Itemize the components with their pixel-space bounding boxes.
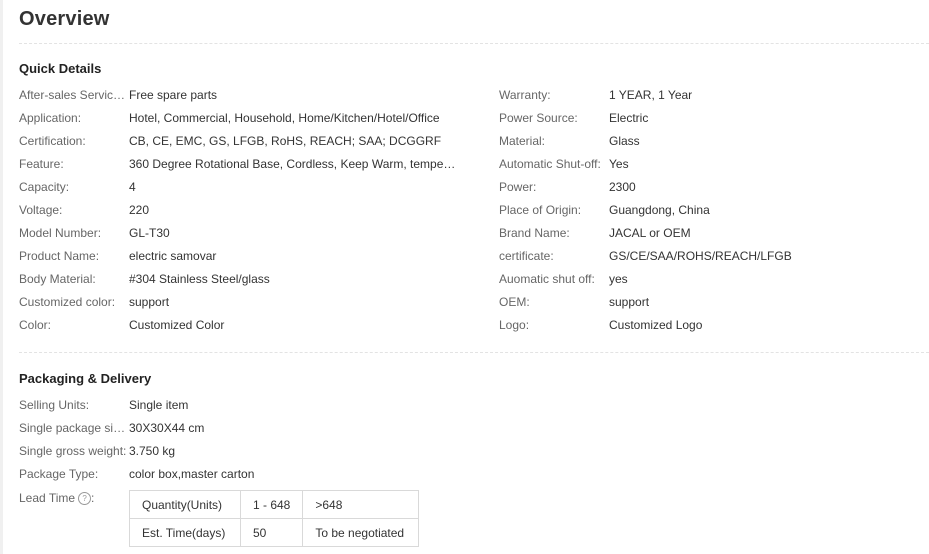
divider xyxy=(19,43,929,44)
detail-label: Customized color: xyxy=(19,295,116,309)
detail-label: Package Type: xyxy=(19,467,99,481)
detail-label: Application: xyxy=(19,111,82,125)
detail-value: Yes xyxy=(609,157,629,171)
lead-time-row: Lead Time?: xyxy=(19,490,129,506)
table-cell: To be negotiated xyxy=(302,518,420,547)
detail-label: Product Name: xyxy=(19,249,100,263)
detail-row: Customized color: support xyxy=(19,294,449,310)
detail-value: 2300 xyxy=(609,180,636,194)
table-cell: Est. Time(days) xyxy=(129,518,241,547)
detail-value: Hotel, Commercial, Household, Home/Kitch… xyxy=(129,111,440,125)
detail-label: Model Number: xyxy=(19,226,102,240)
detail-row: Power: 2300 xyxy=(499,179,929,195)
detail-value: GL-T30 xyxy=(129,226,170,240)
lead-time-table: Quantity(Units) 1 - 648 >648 Est. Time(d… xyxy=(129,490,420,547)
detail-row: Automatic Shut-off: Yes xyxy=(499,156,929,172)
detail-label: Single gross weight: xyxy=(19,444,127,458)
detail-value: Electric xyxy=(609,111,649,125)
detail-row: Logo: Customized Logo xyxy=(499,317,929,333)
lead-time-text: Lead Time xyxy=(19,491,76,505)
detail-label: Certification: xyxy=(19,134,86,148)
detail-value: Single item xyxy=(129,398,189,412)
detail-label: Logo: xyxy=(499,318,530,332)
detail-row: Brand Name: JACAL or OEM xyxy=(499,225,929,241)
table-cell: 50 xyxy=(239,518,304,547)
detail-row: Model Number: GL-T30 xyxy=(19,225,449,241)
detail-row: Auomatic shut off: yes xyxy=(499,271,929,287)
quick-details-heading: Quick Details xyxy=(19,61,102,76)
page-left-border xyxy=(0,0,3,554)
lead-time-colon: : xyxy=(91,491,95,505)
detail-label: Body Material: xyxy=(19,272,96,286)
table-cell: 1 - 648 xyxy=(239,490,304,519)
question-circle-icon[interactable]: ? xyxy=(78,492,92,506)
detail-value: electric samovar xyxy=(129,249,217,263)
divider xyxy=(19,352,929,353)
detail-row: Body Material: #304 Stainless Steel/glass xyxy=(19,271,449,287)
detail-value: yes xyxy=(609,272,628,286)
detail-row: OEM: support xyxy=(499,294,929,310)
table-row: Est. Time(days) 50 To be negotiated xyxy=(129,518,420,547)
detail-row: Voltage: 220 xyxy=(19,202,449,218)
detail-label: OEM: xyxy=(499,295,530,309)
detail-label: After-sales Service Provided: xyxy=(19,88,129,102)
packaging-delivery-heading: Packaging & Delivery xyxy=(19,371,152,386)
detail-row: Warranty: 1 YEAR, 1 Year xyxy=(499,87,929,103)
detail-value: support xyxy=(129,295,170,309)
detail-label: Voltage: xyxy=(19,203,63,217)
detail-row: Application: Hotel, Commercial, Household… xyxy=(19,110,449,126)
detail-row: Product Name: electric samovar xyxy=(19,248,449,264)
detail-row: After-sales Service Provided:Free spare … xyxy=(19,87,449,103)
detail-value: Customized Color xyxy=(129,318,225,332)
table-cell: >648 xyxy=(302,490,420,519)
detail-row: Single gross weight: 3.750 kg xyxy=(19,443,449,459)
detail-label: Power: xyxy=(499,180,537,194)
detail-label: Material: xyxy=(499,134,546,148)
lead-time-label: Lead Time?: xyxy=(19,490,94,506)
detail-row: Single package size: 30X30X44 cm xyxy=(19,420,449,436)
detail-value: #304 Stainless Steel/glass xyxy=(129,272,270,286)
detail-label: Auomatic shut off: xyxy=(499,272,595,286)
detail-row: certificate: GS/CE/SAA/ROHS/REACH/LFGB xyxy=(499,248,929,264)
detail-row: Package Type: color box,master carton xyxy=(19,466,449,482)
detail-value: color box,master carton xyxy=(129,467,255,481)
detail-label: Color: xyxy=(19,318,52,332)
detail-value: 4 xyxy=(129,180,136,194)
table-row: Quantity(Units) 1 - 648 >648 xyxy=(129,490,420,519)
detail-value: Free spare parts xyxy=(129,88,218,102)
detail-row: Material: Glass xyxy=(499,133,929,149)
detail-value: JACAL or OEM xyxy=(609,226,691,240)
detail-value: Customized Logo xyxy=(609,318,703,332)
detail-label: Automatic Shut-off: xyxy=(499,157,601,171)
detail-row: Place of Origin: Guangdong, China xyxy=(499,202,929,218)
detail-value: CB, CE, EMC, GS, LFGB, RoHS, REACH; SAA;… xyxy=(129,134,442,148)
detail-label: Place of Origin: xyxy=(499,203,582,217)
table-cell: Quantity(Units) xyxy=(129,490,241,519)
detail-value: GS/CE/SAA/ROHS/REACH/LFGB xyxy=(609,249,792,263)
detail-value: support xyxy=(609,295,650,309)
detail-row: Color: Customized Color xyxy=(19,317,449,333)
detail-label: Brand Name: xyxy=(499,226,570,240)
detail-row: Selling Units: Single item xyxy=(19,397,449,413)
detail-value: 1 YEAR, 1 Year xyxy=(609,88,693,102)
detail-row: Power Source: Electric xyxy=(499,110,929,126)
detail-label: Power Source: xyxy=(499,111,578,125)
detail-label: Warranty: xyxy=(499,88,551,102)
detail-label: Capacity: xyxy=(19,180,70,194)
detail-label: Feature: xyxy=(19,157,64,171)
detail-label: Single package size: xyxy=(19,421,129,435)
detail-row: Feature: 360 Degree Rotational Base, Cord… xyxy=(19,156,459,172)
detail-value: 30X30X44 cm xyxy=(129,421,205,435)
page-title: Overview xyxy=(19,8,110,30)
detail-row: Capacity: 4 xyxy=(19,179,449,195)
detail-value: 3.750 kg xyxy=(129,444,176,458)
detail-label: certificate: xyxy=(499,249,554,263)
detail-row: Certification: CB, CE, EMC, GS, LFGB, RoH… xyxy=(19,133,449,149)
detail-value: Guangdong, China xyxy=(609,203,710,217)
detail-value: 360 Degree Rotational Base, Cordless, Ke… xyxy=(129,157,459,171)
detail-value: 220 xyxy=(129,203,150,217)
detail-value: Glass xyxy=(609,134,640,148)
detail-label: Selling Units: xyxy=(19,398,90,412)
